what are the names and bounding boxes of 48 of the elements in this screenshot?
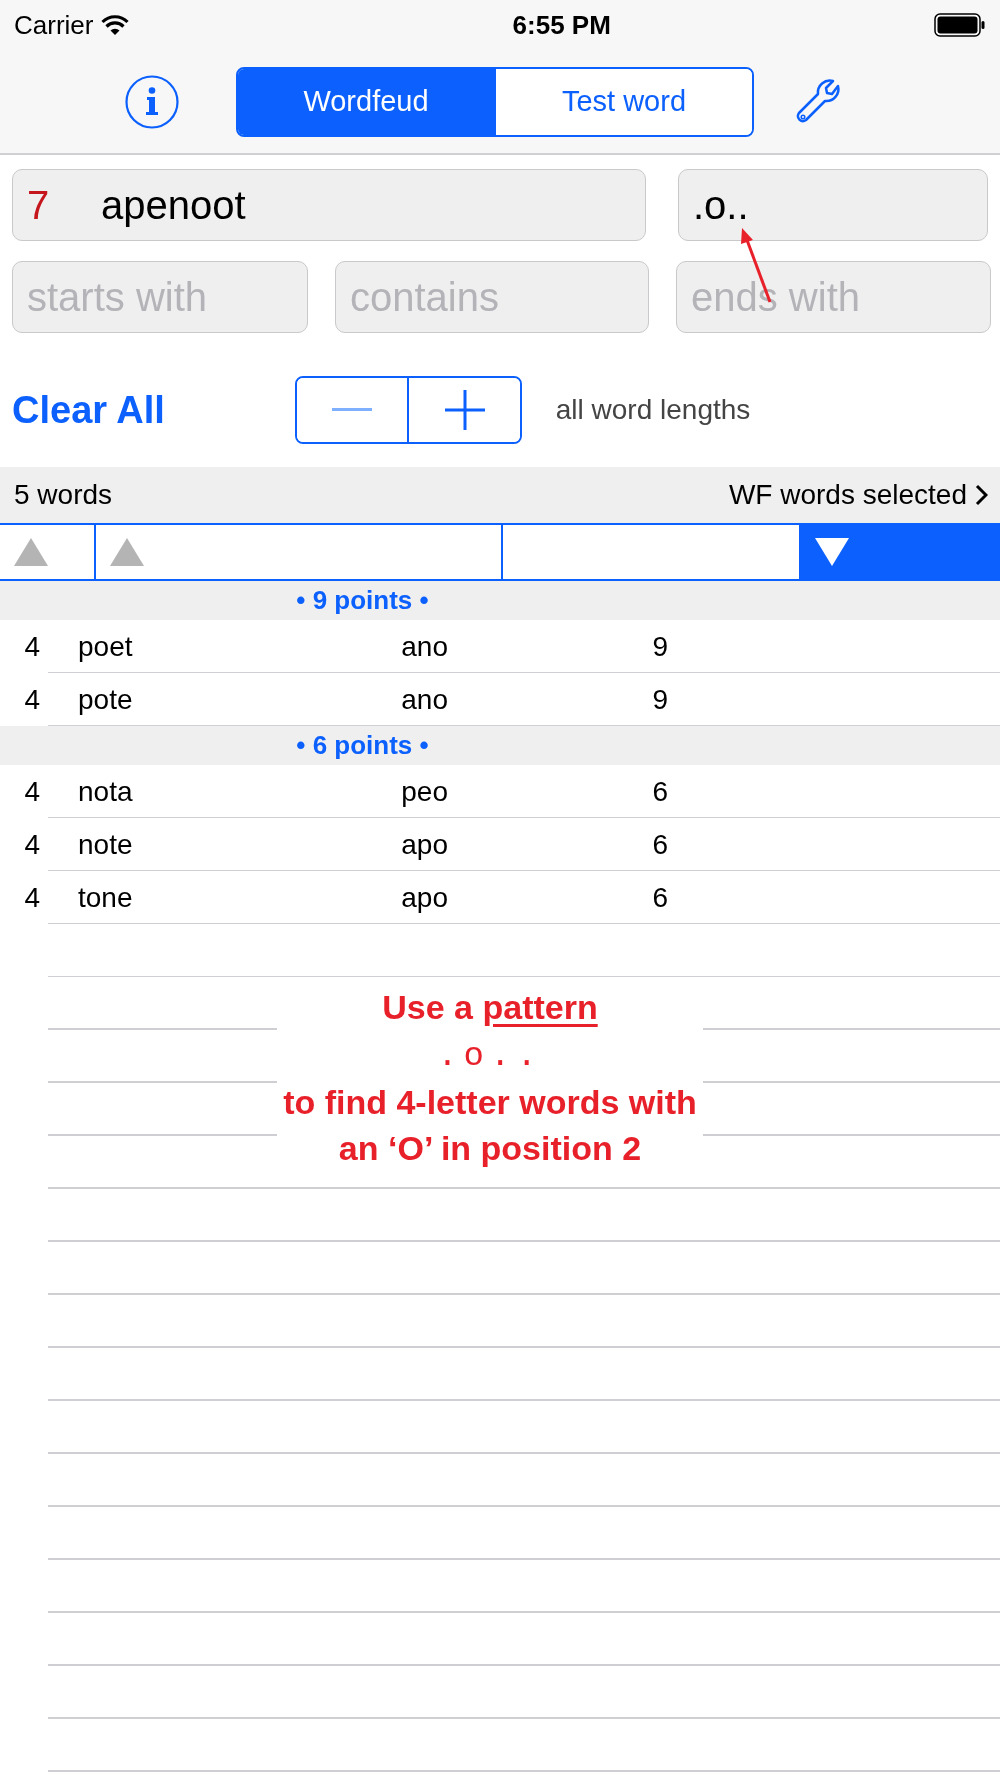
word-cell-text: poet — [77, 629, 134, 664]
letters-cell-text: ano — [400, 682, 448, 717]
letters-field[interactable]: 7 apenoot — [12, 169, 646, 241]
word-cell-text: pote — [77, 682, 134, 717]
letters-input[interactable]: apenoot — [101, 175, 631, 235]
section-header: • 6 points • — [295, 729, 430, 762]
letters-cell-text: ano — [400, 629, 448, 664]
filter-field[interactable]: starts with — [12, 261, 308, 333]
points-cell-text: 9 — [651, 629, 668, 664]
pattern-field[interactable]: .o.. — [678, 169, 988, 241]
sort-ascending-icon — [110, 538, 144, 566]
points-cell-text: 9 — [651, 682, 668, 717]
selection-link[interactable]: WF words selected — [728, 474, 988, 516]
segment-tab[interactable]: Test word — [494, 68, 752, 135]
plus-icon — [444, 390, 485, 430]
sort-column-header[interactable] — [799, 525, 1000, 579]
sort-descending-icon — [815, 538, 849, 566]
points-cell-text: 6 — [651, 774, 668, 809]
filter-field[interactable]: ends with — [676, 261, 991, 333]
chevron-icon — [975, 484, 988, 506]
clear-all-button[interactable]: Clear All — [12, 381, 165, 439]
letters-cell-text: apo — [400, 827, 448, 862]
word-length: 4 — [23, 629, 41, 664]
letters-cell-text: apo — [400, 880, 448, 915]
points-cell-text: 6 — [651, 827, 668, 862]
battery-icon — [934, 13, 986, 37]
word-length-label: all word lengths — [555, 393, 751, 427]
word-cell-text: tone — [77, 880, 134, 915]
filter-field[interactable]: contains — [335, 261, 649, 333]
info-button[interactable] — [124, 73, 180, 130]
word-length: 4 — [23, 827, 41, 862]
clock-time: 6:55 PM — [512, 8, 611, 42]
word-length: 4 — [23, 880, 41, 915]
letter-count: 7 — [27, 182, 51, 229]
word-count: 5 words — [14, 478, 113, 512]
section-header: • 9 points • — [295, 584, 430, 617]
word-length: 4 — [23, 774, 41, 809]
segment-tab[interactable]: Wordfeud — [238, 68, 494, 135]
wifi-icon — [101, 14, 130, 36]
letters-cell-text: peo — [400, 774, 448, 809]
word-cell-text: note — [77, 827, 134, 862]
word-cell-text: nota — [77, 774, 134, 809]
increase-button[interactable] — [407, 378, 520, 442]
minus-icon — [332, 408, 372, 412]
sort-ascending-icon — [14, 538, 48, 566]
word-length: 4 — [23, 682, 41, 717]
carrier-label: Carrier — [14, 8, 94, 42]
points-cell-text: 6 — [651, 880, 668, 915]
